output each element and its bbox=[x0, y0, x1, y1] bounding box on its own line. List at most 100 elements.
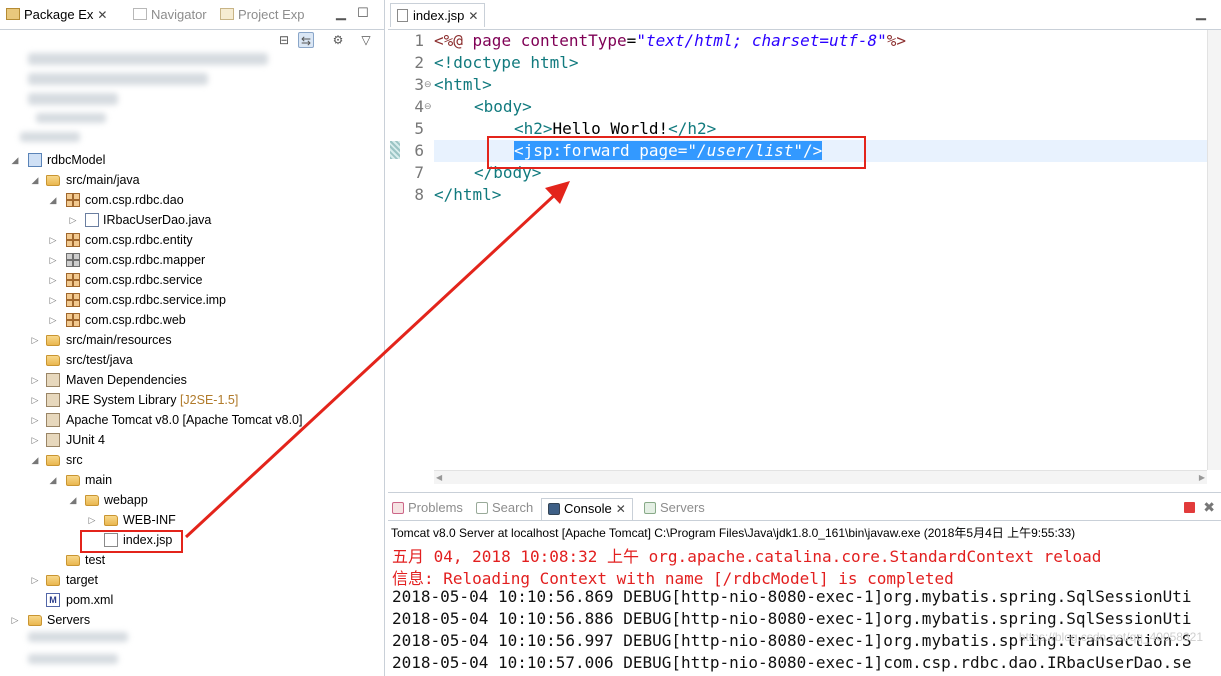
tree-item-src-main-java[interactable]: ◢ src/main/java bbox=[0, 170, 380, 190]
tree-item-label: com.csp.rdbc.web bbox=[85, 313, 186, 327]
tree-item-label: pom.xml bbox=[66, 593, 114, 607]
folder-icon bbox=[66, 555, 80, 566]
package-explorer-icon bbox=[6, 8, 20, 20]
tree-item-folder[interactable]: ◢ webapp bbox=[0, 490, 380, 510]
fold-icon[interactable]: ⊖ bbox=[424, 101, 432, 112]
tree-item-library[interactable]: ▷ JUnit 4 bbox=[0, 430, 380, 450]
console-panel: Problems Search Console ✕ Servers ✖ Tomca… bbox=[388, 492, 1221, 676]
source-folder-icon bbox=[46, 175, 60, 186]
folder-icon bbox=[85, 495, 99, 506]
tree-item-label: webapp bbox=[104, 493, 148, 507]
package-explorer-panel: Package Ex ✕ Navigator Project Exp ▁ ☐ ⊟ … bbox=[0, 0, 385, 676]
code-line-2: <!doctype html> bbox=[434, 53, 579, 72]
tree-item-servers[interactable]: ▷ Servers bbox=[0, 610, 380, 630]
line-number: 4 bbox=[414, 97, 424, 116]
view-menu-icon[interactable]: ▽ bbox=[358, 32, 374, 48]
tree-item-package[interactable]: ▷ com.csp.rdbc.web bbox=[0, 310, 380, 330]
fold-icon[interactable]: ⊖ bbox=[424, 79, 432, 90]
console-line: 2018-05-04 10:10:57.006 DEBUG[http-nio-8… bbox=[392, 653, 1192, 672]
terminate-icon[interactable] bbox=[1184, 502, 1195, 513]
line-number: 7 bbox=[414, 163, 424, 182]
xml-file-icon: M bbox=[46, 593, 60, 607]
vertical-scrollbar[interactable] bbox=[1207, 30, 1221, 470]
tree-item-library[interactable]: ▷ JRE System Library [J2SE-1.5] bbox=[0, 390, 380, 410]
console-line: 2018-05-04 10:10:56.886 DEBUG[http-nio-8… bbox=[392, 609, 1192, 628]
minimize-icon[interactable]: ▁ bbox=[1194, 6, 1208, 20]
collapse-all-icon[interactable]: ⊟ bbox=[276, 32, 292, 48]
explorer-tab-bar: Package Ex ✕ Navigator Project Exp ▁ ☐ bbox=[0, 0, 384, 30]
folder-icon bbox=[46, 455, 60, 466]
tree-item-source-folder[interactable]: src/test/java bbox=[0, 350, 380, 370]
filter-icon[interactable]: ⚙ bbox=[330, 32, 346, 48]
maximize-icon[interactable]: ☐ bbox=[356, 6, 370, 20]
tab-search[interactable]: Search bbox=[476, 498, 533, 520]
console-tab-bar: Problems Search Console ✕ Servers ✖ bbox=[388, 493, 1221, 521]
tab-label: Servers bbox=[660, 500, 705, 515]
tab-label: Search bbox=[492, 500, 534, 515]
tree-item-xml-file[interactable]: Mpom.xml bbox=[0, 590, 380, 610]
tree-item-project[interactable]: ◢ rdbcModel bbox=[0, 150, 380, 170]
tree-item-library[interactable]: ▷ Apache Tomcat v8.0 [Apache Tomcat v8.0] bbox=[0, 410, 380, 430]
tab-console[interactable]: Console ✕ bbox=[541, 498, 633, 520]
line-number: 2 bbox=[414, 53, 424, 72]
tree-item-jsp-file[interactable]: index.jsp bbox=[0, 530, 380, 550]
tree-item-package[interactable]: ▷ com.csp.rdbc.entity bbox=[0, 230, 380, 250]
tree-item-folder[interactable]: ◢ main bbox=[0, 470, 380, 490]
tab-navigator[interactable]: Navigator bbox=[133, 4, 207, 26]
tab-label: Navigator bbox=[151, 7, 207, 22]
horizontal-scrollbar[interactable]: ◀ ▶ bbox=[434, 470, 1207, 484]
jsp-directive-close: %> bbox=[886, 31, 907, 50]
project-explorer-icon bbox=[220, 8, 234, 20]
tree-item-folder[interactable]: ▷ WEB-INF bbox=[0, 510, 380, 530]
tree-item-folder[interactable]: ▷ target bbox=[0, 570, 380, 590]
tab-servers[interactable]: Servers bbox=[644, 498, 705, 520]
package-icon bbox=[66, 293, 80, 307]
directive-keyword: page bbox=[462, 31, 521, 50]
tree-item-label: WEB-INF bbox=[123, 513, 176, 527]
scroll-left-icon[interactable]: ◀ bbox=[436, 473, 442, 482]
servers-icon bbox=[644, 502, 656, 514]
tree-item-decoration: [J2SE-1.5] bbox=[179, 393, 239, 407]
tab-project-explorer[interactable]: Project Exp bbox=[220, 4, 304, 26]
tree-item-package[interactable]: ▷ com.csp.rdbc.service.imp bbox=[0, 290, 380, 310]
console-icon bbox=[548, 503, 560, 515]
tree-item-folder[interactable]: ◢ src bbox=[0, 450, 380, 470]
redacted-item bbox=[28, 654, 118, 664]
close-icon[interactable]: ✕ bbox=[468, 9, 478, 23]
code-area[interactable]: <%@ page contentType="text/html; charset… bbox=[434, 30, 1207, 470]
package-icon bbox=[66, 273, 80, 287]
tree-item-package[interactable]: ◢ com.csp.rdbc.dao bbox=[0, 190, 380, 210]
code-line-8: </html> bbox=[434, 185, 502, 204]
library-icon bbox=[46, 413, 60, 427]
tree-item-label: rdbcModel bbox=[47, 153, 106, 167]
change-marker bbox=[390, 141, 400, 159]
tree-item-package[interactable]: ▷ com.csp.rdbc.mapper bbox=[0, 250, 380, 270]
link-with-editor-icon[interactable]: ⇆ bbox=[298, 32, 314, 48]
project-icon bbox=[28, 153, 42, 167]
annotation-box-index-jsp bbox=[80, 530, 183, 553]
minimize-icon[interactable]: ▁ bbox=[334, 6, 348, 20]
scroll-right-icon[interactable]: ▶ bbox=[1199, 473, 1205, 482]
package-icon bbox=[66, 233, 80, 247]
close-icon[interactable]: ✕ bbox=[97, 8, 107, 22]
editor-tab-index-jsp[interactable]: index.jsp ✕ bbox=[390, 3, 486, 27]
tab-label: Package Ex bbox=[24, 7, 94, 22]
tab-label: Problems bbox=[408, 500, 463, 515]
explorer-toolbar: ⊟ ⇆ ⚙ ▽ bbox=[0, 30, 384, 50]
source-folder-icon bbox=[46, 355, 60, 366]
remove-launch-icon[interactable]: ✖ bbox=[1203, 499, 1215, 516]
folder-icon bbox=[28, 615, 42, 626]
tree-item-folder[interactable]: test bbox=[0, 550, 380, 570]
tab-label: Console bbox=[564, 501, 612, 516]
tree-item-library[interactable]: ▷ Maven Dependencies bbox=[0, 370, 380, 390]
tab-problems[interactable]: Problems bbox=[392, 498, 463, 520]
folder-icon bbox=[104, 515, 118, 526]
close-icon[interactable]: ✕ bbox=[616, 502, 626, 516]
tree-item-label: com.csp.rdbc.entity bbox=[85, 233, 193, 247]
tab-package-explorer[interactable]: Package Ex ✕ bbox=[6, 4, 107, 26]
editor-tab-label: index.jsp bbox=[413, 8, 465, 23]
problems-icon bbox=[392, 502, 404, 514]
tree-item-java-file[interactable]: ▷ IRbacUserDao.java bbox=[0, 210, 380, 230]
tree-item-source-folder[interactable]: ▷ src/main/resources bbox=[0, 330, 380, 350]
tree-item-package[interactable]: ▷ com.csp.rdbc.service bbox=[0, 270, 380, 290]
